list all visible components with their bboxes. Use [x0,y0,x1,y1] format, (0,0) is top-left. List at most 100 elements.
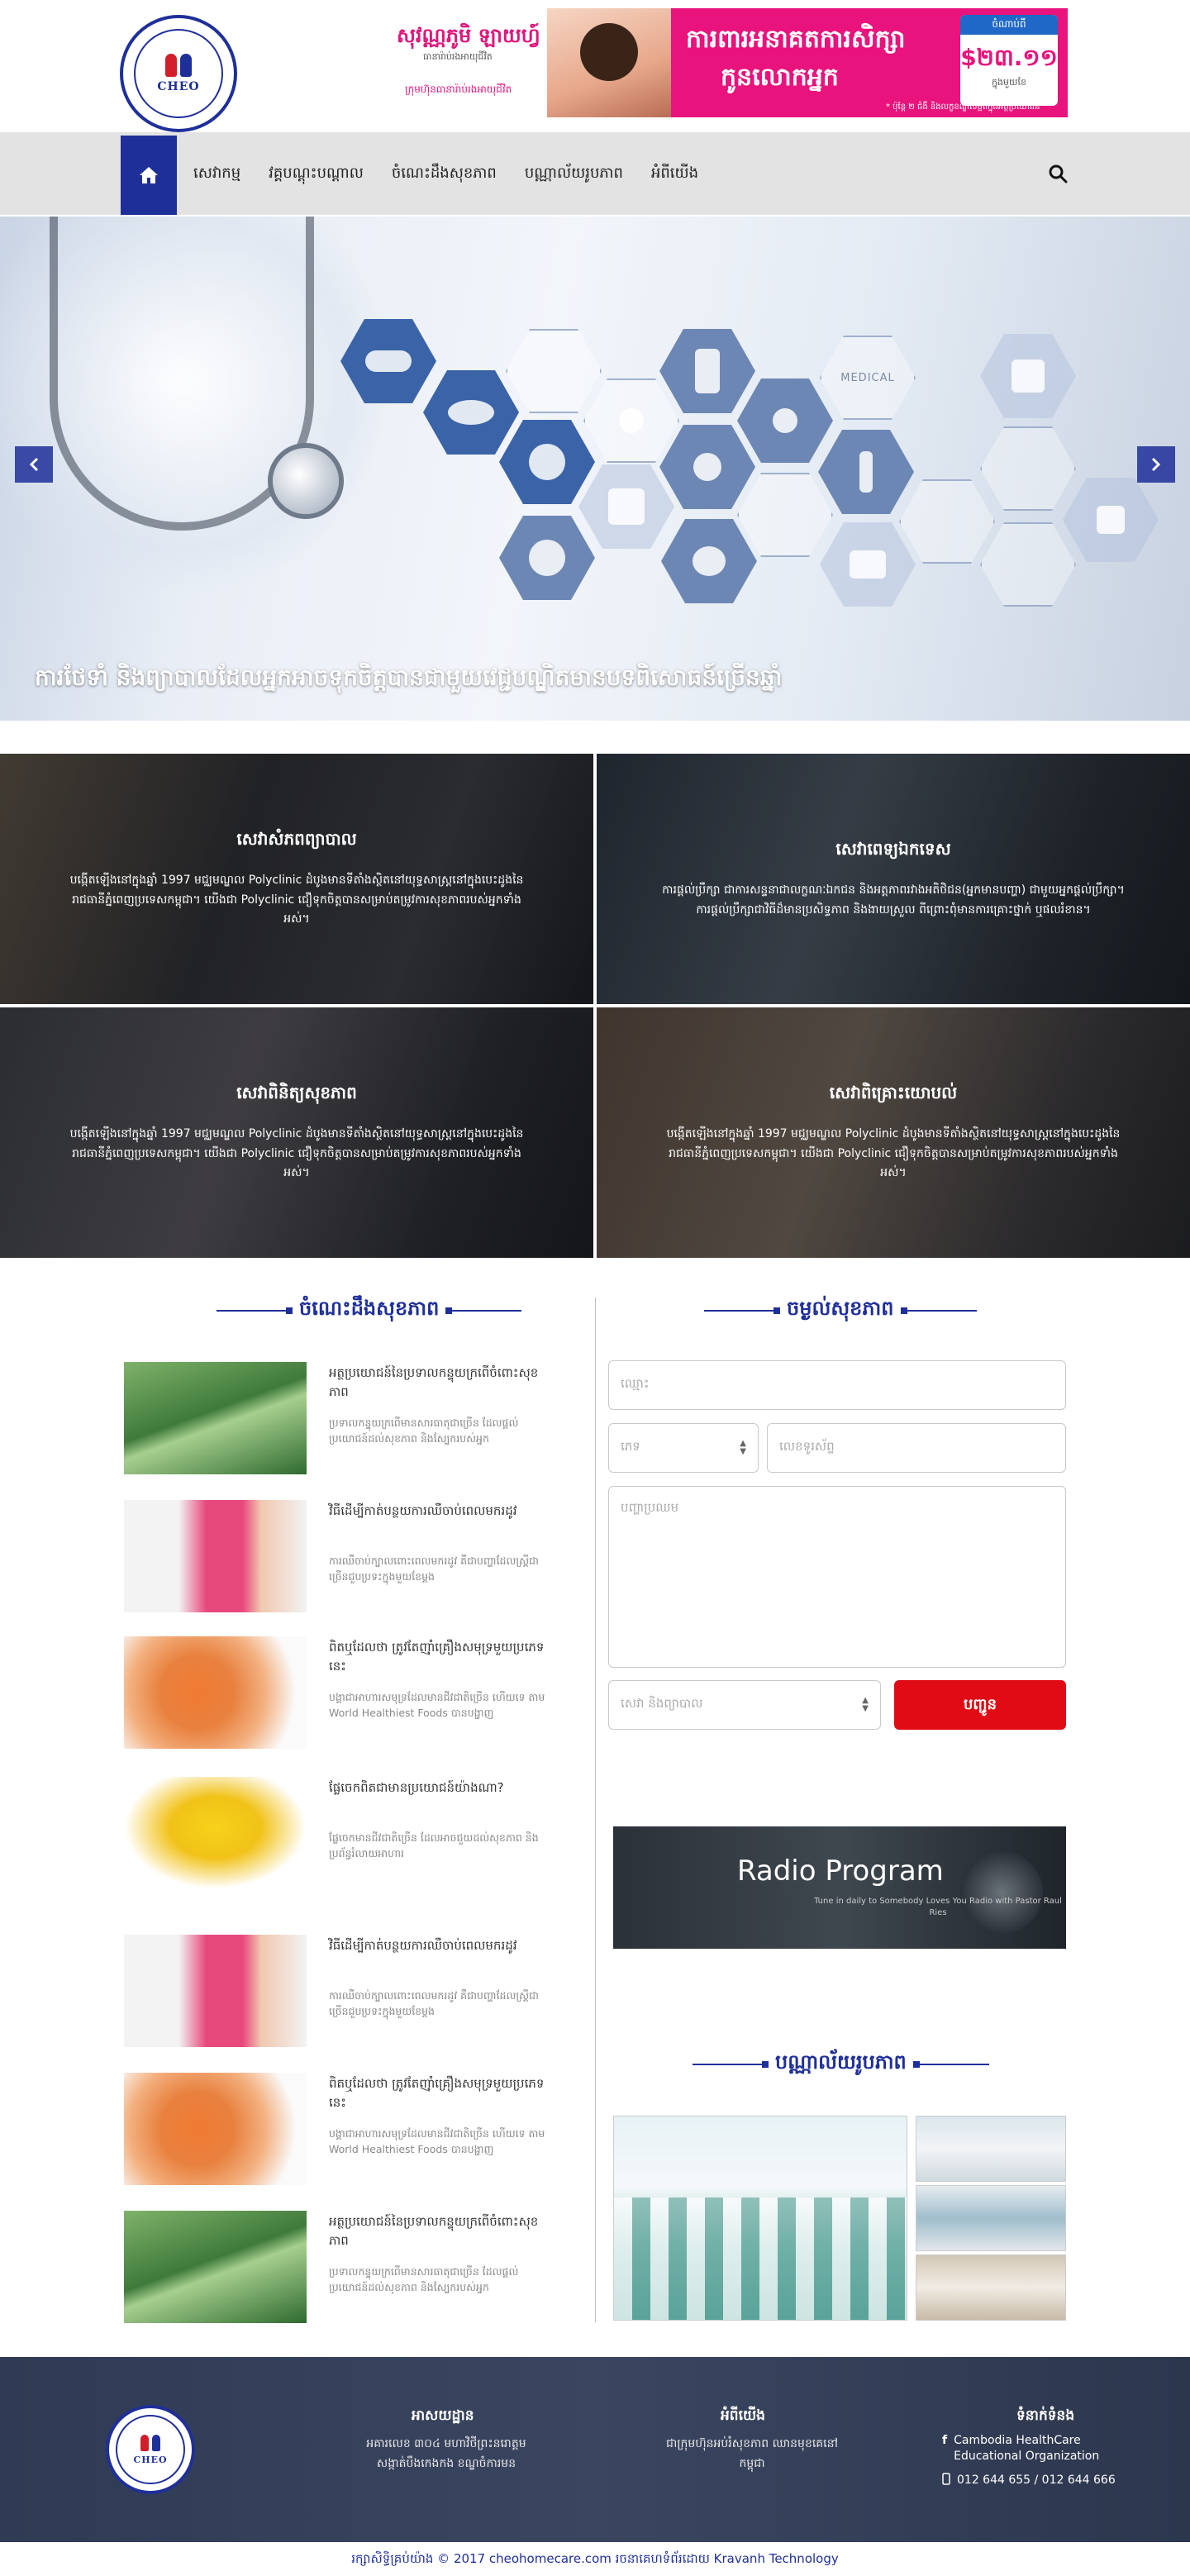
article-title[interactable]: វិធីដើម្បីកាត់បន្ថយការឈឺចាប់ពេលមករដូវ [329,1936,552,1955]
article-image-aloe[interactable] [124,1362,307,1474]
virus-glyph [619,408,644,433]
gender-select[interactable]: ភេទ ▲ ▼ [608,1423,759,1473]
article-excerpt: បង្គាជាអាហារសមុទ្រដែលមានជីវជាតិច្រើន ហើយ… [329,1691,545,1720]
article-title[interactable]: អត្ថប្រយោជន៍នៃប្រទាលកន្ទុយក្រពើចំពោះសុខភ… [329,2212,552,2250]
ad-headline-1: ការពារអនាគតការសិក្សា [686,25,906,54]
site-logo[interactable]: CHEO [120,15,237,132]
ad-price: $២៣.១១ [960,44,1058,71]
nav-item-about[interactable]: អំពីយើង [651,163,716,185]
logo-emblem: CHEO [134,29,223,118]
ad-child-photo [547,8,671,117]
logo-figure-blue [152,2434,160,2451]
article-image-woman[interactable] [124,1935,307,2047]
article-item[interactable]: អត្ថប្រយោជន៍នៃប្រទាលកន្ទុយក្រពើចំពោះសុខភ… [124,1362,554,1474]
footer-logo[interactable]: CHEO [106,2405,195,2494]
article-item[interactable]: អត្ថប្រយោជន៍នៃប្រទាលកន្ទុយក្រពើចំពោះសុខភ… [124,2211,554,2323]
article-image-woman[interactable] [124,1500,307,1612]
article-title[interactable]: វិធីដើម្បីកាត់បន្ថយការឈឺចាប់ពេលមករដូវ [329,1502,552,1521]
ad-note: * ប៉ុន្តែ ២ ជំងឺ និងលក្ខខណ្ឌលម្អិតក្នុងអ… [886,102,1040,112]
service-description: ការផ្តល់ប្រឹក្សា ជាការសន្ទនាជាលក្ខណៈឯកជន… [662,883,1125,917]
title-line-left [217,1307,293,1314]
title-line-right [912,2060,989,2068]
article-image-banana[interactable] [124,1777,307,1889]
name-input[interactable]: ឈ្មោះ [608,1360,1066,1410]
phone-input[interactable]: លេខទូរស័ព្ទ [767,1423,1066,1473]
service-description: បង្កើតឡើងនៅក្នុងឆ្នាំ 1997 មជ្ឈមណ្ឌល Pol… [666,1126,1121,1180]
hex-dna-icon [980,426,1076,511]
submit-button[interactable]: បញ្ជូន [894,1680,1066,1730]
footer-contact-title: ទំនាក់ទំនង [1016,2407,1075,2424]
cross-small-glyph [1097,506,1125,534]
gallery-main-photo[interactable] [613,2116,907,2321]
gallery-thumbnail[interactable] [916,2255,1066,2321]
nav-item-training[interactable]: វគ្គបណ្តុះបណ្តាល [269,163,382,185]
service-content: សេវាពិគ្រោះយោបល់ បង្កើតឡើងនៅក្នុងឆ្នាំ 1… [662,1082,1125,1183]
footer-phone[interactable]: 012 644 655 / 012 644 666 [942,2473,1116,2488]
phone-icon [942,2473,950,2485]
site-header: CHEO សុវណ្ណភូមិ ឡាយហ្វ៍ ធានារ៉ាប់រងអាយុជ… [0,0,1190,132]
hex-cross-icon [980,334,1076,418]
service-select[interactable]: សេវា និងព្យាបាល ▲ ▼ [608,1680,881,1730]
name-placeholder: ឈ្មោះ [621,1376,650,1391]
slider-next-button[interactable] [1137,446,1175,483]
service-card-specialist[interactable]: សេវាពេទ្យឯកទេស ការផ្តល់ប្រឹក្សា ជាការសន្… [597,754,1190,1004]
chevron-right-icon [1151,457,1161,472]
eye-glyph [448,400,494,425]
hex-cross-small-icon [1063,478,1159,562]
wheelchair-glyph [693,453,721,481]
nav-home-button[interactable] [121,136,177,215]
article-item[interactable]: វិធីដើម្បីកាត់បន្ថយការឈឺចាប់ពេលមករដូវ កា… [124,1500,554,1612]
service-content: សេវាសំភពព្យាបាល បង្កើតឡើងនៅក្នុងឆ្នាំ 19… [65,828,528,930]
knowledge-title-text: ចំណេះដឹងសុខភាព [299,1297,440,1320]
main-nav: សេវាកម្ម វគ្គបណ្តុះបណ្តាល ចំណេះដឹងសុខភាព… [0,132,1190,215]
hex-medical-label: MEDICAL [820,336,916,420]
service-card-checkup[interactable]: សេវាពិនិត្យសុខភាព បង្កើតឡើងនៅក្នុងឆ្នាំ … [0,1007,593,1258]
title-line-left [693,2060,769,2068]
nav-item-health-knowledge[interactable]: ចំណេះដឹងសុខភាព [392,163,515,185]
chevron-left-icon [29,457,39,472]
service-card-maternity[interactable]: សេវាសំភពព្យាបាល បង្កើតឡើងនៅក្នុងឆ្នាំ 19… [0,754,593,1004]
hex-heart-icon [499,420,595,504]
search-icon[interactable] [1048,164,1068,183]
question-placeholder: បញ្ហាប្រឈម [621,1500,679,1515]
title-line-right [900,1307,977,1314]
logo-figures [165,54,192,77]
nav-item-gallery[interactable]: បណ្ណាល័យរូបភាព [525,163,641,185]
hex-medical-word: MEDICAL [840,371,895,384]
heart-glyph [529,444,565,480]
radio-program-banner[interactable]: Radio Program Tune in daily to Somebody … [613,1826,1066,1949]
logo-figure-blue [180,54,192,77]
hero-stethoscope-bell [273,448,339,514]
article-item[interactable]: ពិតឬដែលថា ត្រូវតែញ៉ាំគ្រឿងសមុទ្រមួយប្រភេ… [124,2073,554,2185]
hex-molecule-icon [737,379,833,463]
article-title[interactable]: ពិតឬដែលថា ត្រូវតែញ៉ាំគ្រឿងសមុទ្រមួយប្រភេ… [329,2074,552,2112]
question-textarea[interactable]: បញ្ហាប្រឈម [608,1486,1066,1668]
ad-price-tag: ចំណាប់ពី [960,15,1058,35]
article-excerpt: ផ្លែចេកមានជីវជាតិច្រើន ដែលអាចជួយដល់សុខភា… [329,1831,539,1860]
slider-prev-button[interactable] [15,446,53,483]
article-image-shrimp[interactable] [124,2073,307,2185]
footer-facebook-link[interactable]: f Cambodia HealthCare Educational Organi… [942,2433,1124,2464]
ad-banner[interactable]: សុវណ្ណភូមិ ឡាយហ្វ៍ ធានារ៉ាប់រងអាយុជីវិត … [390,8,1068,117]
footer-about-text: ជាក្រុមហ៊ុនអប់រំសុខភាព ឈានមុខគេនៅកម្ពុជា [666,2437,838,2470]
logo-text: CHEO [157,80,200,93]
article-title[interactable]: អត្ថប្រយោជន៍នៃប្រទាលកន្ទុយក្រពើចំពោះសុខភ… [329,1364,552,1401]
article-item[interactable]: ពិតឬដែលថា ត្រូវតែញ៉ាំគ្រឿងសមុទ្រមួយប្រភេ… [124,1636,554,1749]
nav-item-services[interactable]: សេវាកម្ម [193,163,259,185]
article-item[interactable]: វិធីដើម្បីកាត់បន្ថយការឈឺចាប់ពេលមករដូវ កា… [124,1935,554,2047]
logo-figures [140,2434,160,2451]
article-image-aloe[interactable] [124,2211,307,2323]
body-glyph [695,349,720,393]
gallery-thumbnail[interactable] [916,2185,1066,2251]
article-image-shrimp[interactable] [124,1636,307,1749]
article-item[interactable]: ផ្លែចេកពិតជាមានប្រយោជន៍យ៉ាងណា? ផ្លែចេកមា… [124,1777,554,1889]
service-card-consultation[interactable]: សេវាពិគ្រោះយោបល់ បង្កើតឡើងនៅក្នុងឆ្នាំ 1… [597,1007,1190,1258]
hero-slider: MEDICAL ការថែទាំ និងព្យាបាលដែលអ្នកអាចទុក… [0,217,1190,721]
phone-placeholder: លេខទូរស័ព្ទ [779,1439,835,1454]
article-title[interactable]: ពិតឬដែលថា ត្រូវតែញ៉ាំគ្រឿងសមុទ្រមួយប្រភេ… [329,1638,552,1675]
molecule-glyph [773,408,797,433]
ad-price-box: ចំណាប់ពី $២៣.១១ ក្នុងមួយខែ [960,15,1058,106]
hex-wheelchair-icon [659,425,755,509]
article-title[interactable]: ផ្លែចេកពិតជាមានប្រយោជន៍យ៉ាងណា? [329,1778,552,1797]
gallery-thumbnail[interactable] [916,2116,1066,2182]
